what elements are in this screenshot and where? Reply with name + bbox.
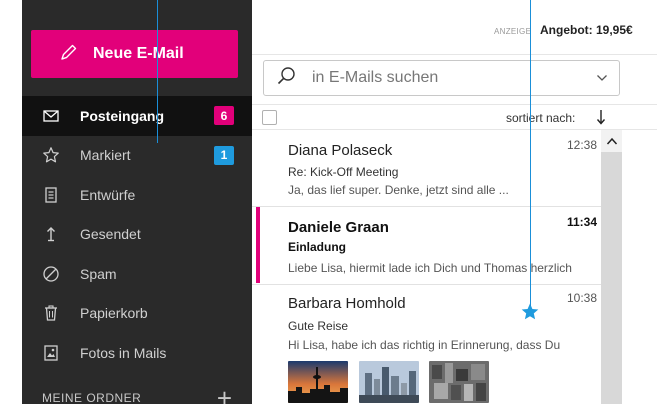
nav-item-inbox[interactable]: Posteingang 6 [22,96,252,136]
nav-item-photos[interactable]: Fotos in Mails [22,333,252,373]
mail-item[interactable]: Daniele Graan 11:34 Einladung Liebe Lisa… [252,207,601,283]
mail-time: 12:38 [566,138,597,152]
envelope-icon [42,107,60,125]
pencil-icon [59,42,79,67]
sort-label[interactable]: sortiert nach: [506,111,575,125]
annotation-line [157,0,158,143]
sidebar: Neue E-Mail Posteingang 6 Markiert 1 Ent… [22,0,252,404]
compose-button[interactable]: Neue E-Mail [31,30,238,78]
select-all-checkbox[interactable] [262,110,277,125]
search-box[interactable]: in E-Mails suchen [263,60,620,96]
annotation-line [530,0,531,306]
nav-item-drafts[interactable]: Entwürfe [22,175,252,215]
nav-item-spam[interactable]: Spam [22,254,252,294]
left-gutter [0,0,22,404]
add-folder-icon[interactable]: + [217,385,232,404]
upload-arrow-icon [42,225,60,243]
scroll-up-button[interactable] [601,130,622,152]
list-toolbar: sortiert nach: [252,104,657,130]
nav-item-sent[interactable]: Gesendet [22,215,252,255]
search-input[interactable]: in E-Mails suchen [312,69,438,87]
mail-time: 10:38 [566,291,597,305]
document-icon [42,186,60,204]
photo-thumbnail[interactable] [359,361,419,403]
nav-item-label: Markiert [80,147,131,164]
photo-thumbnail[interactable] [288,361,348,403]
mail-time: 11:34 [566,215,597,229]
nav-item-label: Fotos in Mails [80,344,167,361]
photo-icon [42,344,60,362]
nav-item-label: Entwürfe [80,186,136,203]
star-outline-icon [42,146,60,164]
nav-item-trash[interactable]: Papierkorb [22,294,252,334]
mail-item[interactable]: Barbara Homhold 10:38 Gute Reise Hi Lisa… [252,285,601,404]
mail-subject: Einladung [288,240,346,254]
nav-item-label: Posteingang [80,107,165,124]
compose-label: Neue E-Mail [93,45,184,62]
photo-thumbnail[interactable] [429,361,489,403]
arrow-down-icon[interactable] [594,108,608,126]
mail-pane: ANZEIGE Angebot: 19,95€ in E-Mails suche… [252,0,657,404]
mail-item[interactable]: Diana Polaseck 12:38 Re: Kick-Off Meetin… [252,130,601,204]
blocked-icon [42,265,60,283]
mail-sender: Diana Polaseck [288,142,393,159]
unread-count-badge: 6 [214,106,234,125]
mail-sender: Daniele Graan [288,219,389,236]
nav-item-label: Gesendet [80,226,141,243]
my-folders-heading: MEINE ORDNER [42,391,142,404]
mail-sender: Barbara Homhold [288,295,406,312]
chevron-down-icon[interactable] [595,71,609,85]
ad-label: ANZEIGE [494,27,532,36]
trash-icon [42,304,60,322]
mail-subject: Gute Reise [288,319,349,333]
nav-item-label: Spam [80,265,117,282]
mail-preview: Ja, das lief super. Denke, jetzt sind al… [288,183,509,197]
mail-list: Diana Polaseck 12:38 Re: Kick-Off Meetin… [252,130,601,404]
mail-preview: Hi Lisa, habe ich das richtig in Erinner… [288,338,561,352]
ad-offer-link[interactable]: Angebot: 19,95€ [540,23,633,37]
ad-bar: ANZEIGE Angebot: 19,95€ [252,0,657,55]
my-folders-section: MEINE ORDNER + [42,385,232,404]
nav-item-starred[interactable]: Markiert 1 [22,136,252,176]
unread-marker [256,207,260,283]
mail-subject: Re: Kick-Off Meeting [288,165,399,179]
nav-item-label: Papierkorb [80,305,148,322]
starred-count-badge: 1 [214,145,234,165]
search-icon [276,66,296,91]
chevron-up-icon [606,137,617,145]
folder-nav: Posteingang 6 Markiert 1 Entwürfe Gesend… [22,96,252,373]
mail-list-scrollbar[interactable] [601,130,622,404]
